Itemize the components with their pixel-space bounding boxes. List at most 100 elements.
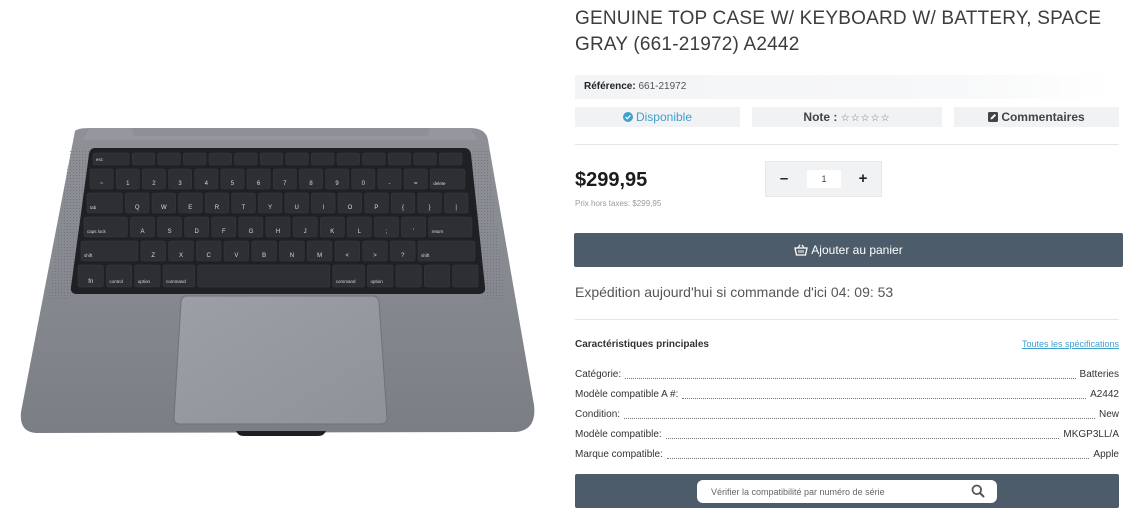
- keyboard-key: [439, 152, 463, 166]
- keyboard-key-label: H: [276, 229, 280, 235]
- dot-leader: [624, 418, 1095, 419]
- reference-label: Référence:: [584, 81, 636, 92]
- shipping-countdown: Expédition aujourd'hui si commande d'ici…: [575, 284, 894, 300]
- keyboard-key-label: B: [262, 253, 266, 259]
- keyboard-key: [387, 152, 412, 166]
- keyboard-key-label: Q: [135, 205, 140, 211]
- keyboard-key-label: <: [346, 253, 350, 259]
- keyboard-key-label: command: [336, 279, 356, 284]
- spec-value: A2442: [1090, 389, 1119, 400]
- keyboard-key-label: O: [348, 205, 353, 211]
- add-to-cart-button[interactable]: Ajouter au panier: [574, 233, 1123, 267]
- keyboard-key: [157, 152, 181, 166]
- keyboard-key: [413, 152, 437, 166]
- keyboard-key-label: T: [242, 205, 246, 211]
- keyboard-key-label: V: [234, 253, 238, 259]
- price-excl-tax: Prix hors taxes: $299,95: [575, 199, 662, 208]
- search-icon[interactable]: [971, 484, 987, 500]
- rating-stars[interactable]: ☆☆☆☆☆: [841, 113, 891, 124]
- keyboard-key-label: P: [374, 205, 378, 211]
- keyboard-key: [336, 152, 360, 166]
- availability-badge: Disponible: [575, 107, 740, 127]
- keyboard-key-label: {: [402, 205, 404, 211]
- quantity-input[interactable]: [807, 170, 841, 188]
- product-title: GENUINE TOP CASE W/ KEYBOARD W/ BATTERY,…: [575, 8, 1102, 55]
- keyboard-key-label: tab: [90, 205, 97, 210]
- spec-value: Batteries: [1079, 369, 1119, 380]
- serial-verify-bar: [575, 474, 1119, 508]
- keyboard-key: [234, 152, 258, 166]
- product-details: GENUINE TOP CASE W/ KEYBOARD W/ BATTERY,…: [574, 0, 1123, 514]
- spec-value: Apple: [1093, 449, 1119, 460]
- spec-row: Catégorie: Batteries: [575, 362, 1119, 382]
- quantity-increase-button[interactable]: +: [845, 162, 881, 196]
- keyboard-key: [183, 152, 207, 166]
- keyboard-key: [131, 152, 156, 166]
- keyboard-key-label: U: [295, 205, 299, 211]
- keyboard-key: [259, 152, 284, 166]
- reference-bar: Référence: 661-21972: [575, 75, 1115, 99]
- keyboard-key-label: return: [432, 229, 444, 234]
- price: $299,95: [575, 169, 648, 191]
- comments-button[interactable]: Commentaires: [954, 107, 1119, 127]
- all-specs-link[interactable]: Toutes les spécifications: [1022, 339, 1119, 349]
- spec-row: Condition: New: [575, 402, 1119, 422]
- edit-icon: [988, 108, 999, 128]
- keyboard-key-label: -: [389, 181, 391, 187]
- spec-key: Modèle compatible:: [575, 429, 662, 440]
- dot-leader: [682, 398, 1087, 399]
- keyboard-key: [80, 240, 139, 262]
- keyboard-key-label: esc: [96, 157, 104, 162]
- keyboard-key: [86, 192, 123, 214]
- rating-pill[interactable]: Note : ☆☆☆☆☆: [752, 107, 942, 127]
- keyboard-key-label: shift: [421, 253, 430, 258]
- keyboard-key: [452, 264, 479, 288]
- keyboard-key-label: W: [161, 205, 167, 211]
- keyboard-key-label: C: [207, 253, 212, 259]
- spec-value: New: [1098, 409, 1119, 420]
- availability-text: Disponible: [635, 110, 693, 124]
- keyboard-keys: esc~ 1 2 3 4 5 6 7 8 9 0- = deletetab Q W E R T Y U I O P{} |ca…: [77, 152, 479, 288]
- specs-title: Caractéristiques principales: [575, 339, 709, 350]
- basket-icon: [794, 235, 809, 269]
- keyboard-key-label: F: [222, 229, 226, 235]
- keyboard-key-label: S: [168, 229, 172, 235]
- check-circle-icon: [622, 108, 633, 128]
- keyboard-key: [208, 152, 232, 166]
- quantity-decrease-button[interactable]: –: [766, 162, 802, 196]
- serial-number-input[interactable]: [697, 480, 997, 503]
- keyboard-key-label: control: [109, 279, 123, 284]
- spec-value: MKGP3LL/A: [1063, 429, 1119, 440]
- spec-row: Marque compatible: Apple: [575, 442, 1119, 462]
- keyboard-key-label: option: [138, 279, 151, 284]
- keyboard-key-label: delete: [433, 181, 446, 186]
- keyboard-key-label: D: [195, 229, 200, 235]
- keyboard-key-label: G: [249, 229, 254, 235]
- dot-leader: [665, 438, 1060, 439]
- keyboard-key-label: Y: [268, 205, 272, 211]
- spec-key: Condition:: [575, 409, 621, 420]
- quantity-stepper: – +: [765, 161, 882, 197]
- keyboard-key-label: caps lock: [87, 229, 107, 234]
- product-image[interactable]: esc ~1 2 3 4 5 6 7 8 9 0- = delete tab Q W E R T Y U I O P{} | ca…: [0, 0, 555, 514]
- keyboard-key-label: R: [215, 205, 220, 211]
- keyboard-key-label: E: [188, 205, 192, 211]
- comments-label: Commentaires: [1001, 110, 1085, 124]
- laptop-top-case-image: esc~ 1 2 3 4 5 6 7 8 9 0- = deletetab Q W E R T Y U I O P{} |ca…: [20, 128, 535, 436]
- keyboard-key-label: X: [179, 253, 183, 259]
- keyboard-key: [424, 264, 450, 288]
- keyboard-key-label: }: [429, 205, 431, 211]
- spec-key: Modèle compatible A #:: [575, 389, 679, 400]
- keyboard-key: [285, 152, 309, 166]
- add-to-cart-label: Ajouter au panier: [811, 243, 903, 257]
- spec-row: Modèle compatible A #: A2442: [575, 382, 1119, 402]
- keyboard-key-label: fn: [88, 279, 93, 285]
- keyboard-key-label: command: [166, 279, 186, 284]
- keyboard-key-label: =: [414, 181, 418, 187]
- keyboard-key: [395, 264, 422, 288]
- keyboard-key-label: K: [330, 229, 334, 235]
- keyboard-key: [311, 152, 335, 166]
- keyboard-key: [429, 168, 466, 190]
- specs-list: Catégorie: Batteries Modèle compatible A …: [575, 362, 1119, 462]
- keyboard-key: [197, 264, 330, 288]
